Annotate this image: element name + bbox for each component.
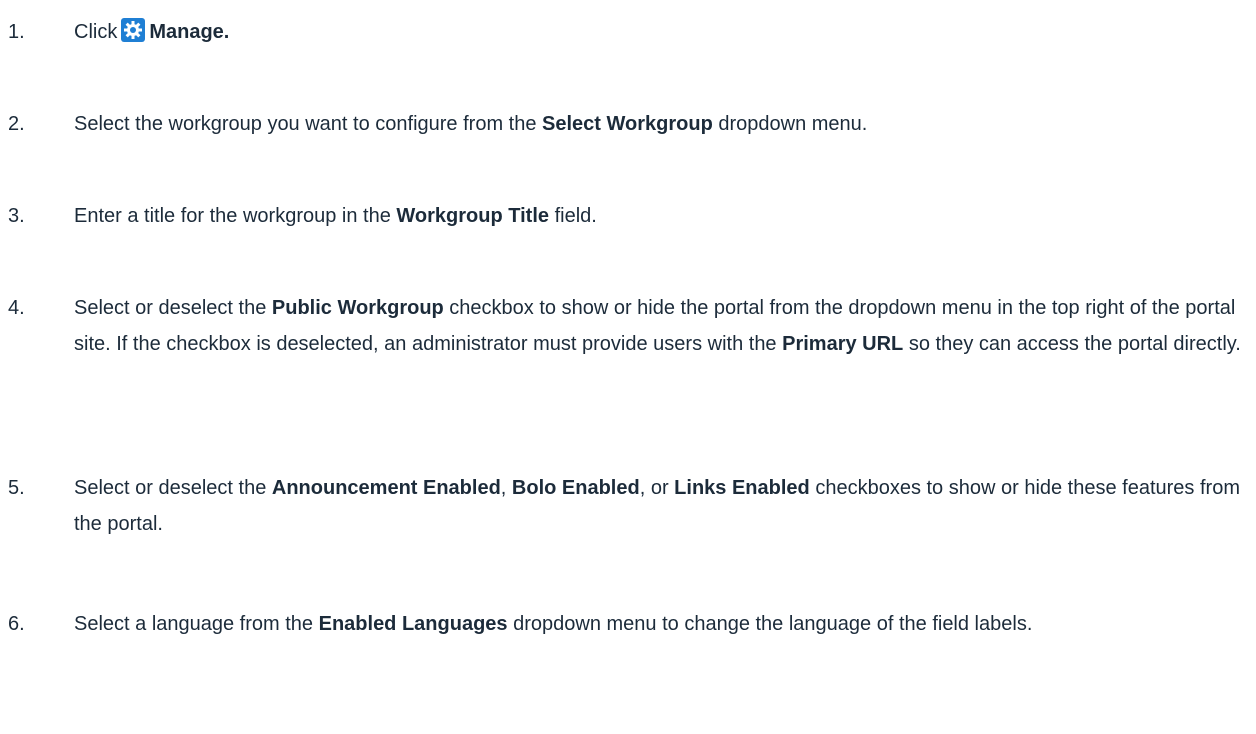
step-text-part: ,	[500, 477, 512, 499]
step-text-part: Click	[74, 21, 118, 43]
step-text-bold: Workgroup Title	[396, 205, 550, 227]
step-number: 2.	[8, 113, 25, 135]
step-text-part: so they can access the portal directly.	[903, 333, 1241, 355]
step-text-part: Select the workgroup you want to configu…	[74, 113, 543, 135]
step-text-part: field.	[549, 205, 597, 227]
step-text-part: dropdown menu.	[712, 113, 868, 135]
step-text-bold: Bolo Enabled	[511, 477, 640, 499]
step-text-bold: Links Enabled	[674, 477, 810, 499]
step-text-bold: Primary URL	[782, 333, 904, 355]
step-text-part: , or	[639, 477, 675, 499]
step-text: Click Manage.	[74, 14, 1244, 50]
step-number: 1.	[8, 21, 25, 43]
step-text-part: Select or deselect the	[74, 297, 272, 319]
step-number: 3.	[8, 205, 25, 227]
step-text: Select or deselect the Public Workgroup …	[74, 290, 1244, 362]
step-number: 4.	[8, 297, 25, 319]
step-number: 6.	[8, 613, 25, 635]
step-text-part: Enter a title for the workgroup in the	[74, 205, 397, 227]
step-text-part: dropdown menu to change the language of …	[507, 613, 1033, 635]
manage-label: Manage.	[149, 21, 230, 43]
step-text: Select a language from the Enabled Langu…	[74, 606, 1244, 642]
step-text-bold: Public Workgroup	[271, 297, 444, 319]
step-text: Select or deselect the Announcement Enab…	[74, 470, 1244, 542]
gear-icon	[121, 18, 146, 42]
step-text-bold: Enabled Languages	[318, 613, 508, 635]
step-text-bold: Select Workgroup	[542, 113, 713, 135]
step-text: Enter a title for the workgroup in the W…	[74, 198, 1244, 234]
step-text-part: Select a language from the	[74, 613, 319, 635]
step-text-part: Select or deselect the	[74, 477, 272, 499]
step-number: 5.	[8, 477, 25, 499]
step-text: Select the workgroup you want to configu…	[74, 106, 1244, 142]
step-text-bold: Announcement Enabled	[271, 477, 501, 499]
